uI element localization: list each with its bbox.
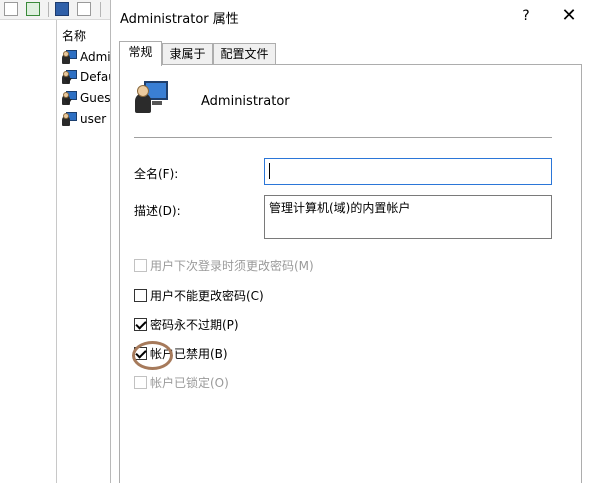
description-label: 描述(D): <box>134 204 181 218</box>
checkbox-box[interactable] <box>134 375 147 389</box>
user-icon <box>62 111 78 127</box>
close-button[interactable]: ✕ <box>557 4 581 28</box>
toolbar-separator <box>100 2 101 17</box>
full-name-input[interactable] <box>264 158 552 185</box>
dialog-titlebar[interactable]: Administrator 属性 ? ✕ <box>111 0 600 34</box>
text-caret <box>269 163 270 179</box>
user-list-pane: 名称 Administrator DefaultAccount Guest us… <box>58 20 122 483</box>
export-icon[interactable] <box>26 2 40 16</box>
checkbox-box[interactable] <box>134 317 147 331</box>
dialog-title: Administrator 属性 <box>120 12 239 27</box>
account-locked-checkbox[interactable]: 帐户已锁定(O) <box>134 373 229 391</box>
disabled-user-icon <box>62 90 78 106</box>
password-never-expires-checkbox[interactable]: 密码永不过期(P) <box>134 315 239 333</box>
help-button[interactable]: ? <box>516 6 536 26</box>
disabled-user-icon <box>62 69 78 85</box>
column-header-name[interactable]: 名称 <box>62 27 86 44</box>
general-tab-panel: Administrator 全名(F): 描述(D): 管理计算机(域)的内置帐… <box>119 64 582 483</box>
cannot-change-password-checkbox[interactable]: 用户不能更改密码(C) <box>134 286 264 304</box>
full-name-label: 全名(F): <box>134 167 179 181</box>
user-icon <box>62 49 78 65</box>
show-hide-pane-icon[interactable] <box>77 2 91 16</box>
tab-member-of[interactable]: 隶属于 <box>162 43 213 65</box>
tab-profile[interactable]: 配置文件 <box>213 43 276 65</box>
account-name: Administrator <box>201 94 290 109</box>
highlight-circle-annotation <box>132 341 173 370</box>
toolbar-separator <box>48 2 49 17</box>
checkbox-box[interactable] <box>134 258 147 272</box>
divider <box>134 137 552 138</box>
properties-dialog: Administrator 属性 ? ✕ 常规 隶属于 配置文件 Adminis… <box>110 0 600 483</box>
user-account-icon <box>135 79 171 115</box>
description-input[interactable]: 管理计算机(域)的内置帐户 <box>264 195 552 239</box>
must-change-password-checkbox[interactable]: 用户下次登录时须更改密码(M) <box>134 256 314 274</box>
console-tree-pane <box>0 20 57 483</box>
checkbox-box[interactable] <box>134 288 147 302</box>
help-book-icon[interactable] <box>55 2 69 16</box>
properties-icon[interactable] <box>4 2 18 16</box>
tab-general[interactable]: 常规 <box>119 41 162 66</box>
background-toolbar <box>0 0 115 20</box>
